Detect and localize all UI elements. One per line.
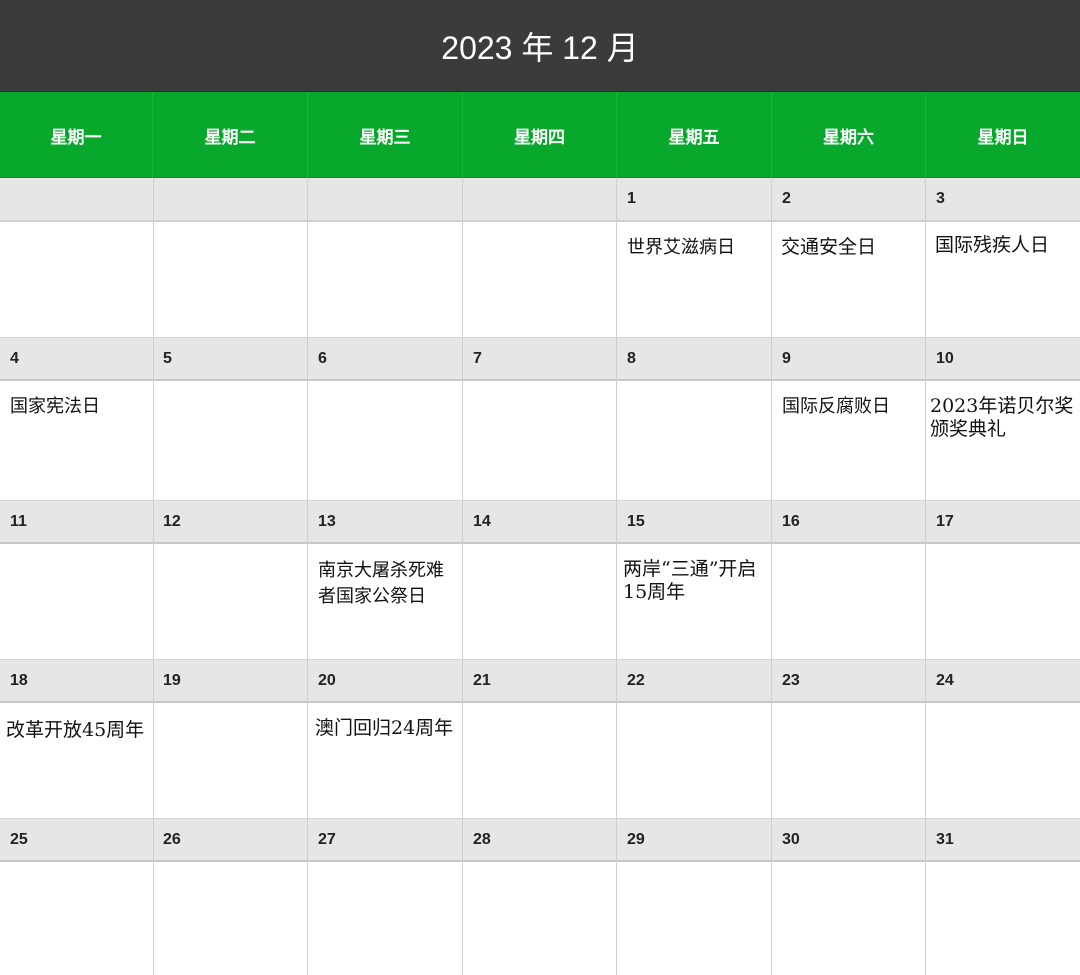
date-cell[interactable]: 20 xyxy=(308,660,463,702)
date-cell[interactable]: 2 xyxy=(772,178,926,220)
date-cell[interactable]: 21 xyxy=(463,660,617,702)
weekday-monday: 星期一 xyxy=(0,92,153,178)
grid-divider xyxy=(153,178,154,975)
date-cell[interactable]: 29 xyxy=(617,819,772,861)
week-5-event-row xyxy=(0,862,1080,975)
date-cell[interactable]: 6 xyxy=(308,338,463,380)
weekday-header-row: 星期一 星期二 星期三 星期四 星期五 星期六 星期日 xyxy=(0,92,1080,178)
date-cell[interactable]: 4 xyxy=(0,338,153,380)
date-cell[interactable]: 1 xyxy=(617,178,772,220)
date-cell[interactable]: 15 xyxy=(617,501,772,543)
date-cell[interactable]: 27 xyxy=(308,819,463,861)
weekday-thursday: 星期四 xyxy=(463,92,617,178)
date-cell[interactable]: 18 xyxy=(0,660,153,702)
week-2-date-row: 4 5 6 7 8 9 10 xyxy=(0,337,1080,381)
week-3-event-row: 南京大屠杀死难者国家公祭日 两岸“三通”开启15周年 xyxy=(0,544,1080,659)
date-cell[interactable]: 14 xyxy=(463,501,617,543)
date-cell[interactable] xyxy=(0,178,153,220)
date-cell[interactable]: 28 xyxy=(463,819,617,861)
month-title: 2023 年 12 月 xyxy=(441,29,639,66)
week-5-date-row: 25 26 27 28 29 30 31 xyxy=(0,818,1080,862)
week-1-event-row: 世界艾滋病日 交通安全日 国际残疾人日 xyxy=(0,222,1080,337)
event-label[interactable]: 交通安全日 xyxy=(781,236,926,259)
event-label[interactable]: 国际反腐败日 xyxy=(782,395,926,418)
event-label[interactable]: 两岸“三通”开启15周年 xyxy=(623,558,763,604)
weekday-wednesday: 星期三 xyxy=(308,92,463,178)
date-cell[interactable]: 23 xyxy=(772,660,926,702)
event-label[interactable]: 国际残疾人日 xyxy=(935,234,1080,257)
grid-divider xyxy=(925,178,926,975)
date-cell[interactable]: 30 xyxy=(772,819,926,861)
date-cell[interactable]: 9 xyxy=(772,338,926,380)
event-label[interactable]: 改革开放45周年 xyxy=(6,719,156,742)
date-cell[interactable]: 24 xyxy=(926,660,1080,702)
date-cell[interactable] xyxy=(463,178,617,220)
date-cell[interactable] xyxy=(308,178,463,220)
date-cell[interactable]: 19 xyxy=(153,660,308,702)
weekday-friday: 星期五 xyxy=(617,92,772,178)
grid-divider xyxy=(307,178,308,975)
date-cell[interactable]: 31 xyxy=(926,819,1080,861)
date-cell[interactable]: 12 xyxy=(153,501,308,543)
grid-divider xyxy=(462,178,463,975)
date-cell[interactable]: 5 xyxy=(153,338,308,380)
event-label[interactable]: 澳门回归24周年 xyxy=(315,717,465,740)
date-cell[interactable]: 13 xyxy=(308,501,463,543)
weekday-saturday: 星期六 xyxy=(772,92,926,178)
date-cell[interactable]: 7 xyxy=(463,338,617,380)
date-cell[interactable]: 3 xyxy=(926,178,1080,220)
grid-divider xyxy=(616,178,617,975)
week-1-date-row: 1 2 3 xyxy=(0,178,1080,222)
event-label[interactable]: 世界艾滋病日 xyxy=(627,236,772,259)
week-3-date-row: 11 12 13 14 15 16 17 xyxy=(0,500,1080,544)
date-cell[interactable]: 26 xyxy=(153,819,308,861)
week-2-event-row: 国家宪法日 国际反腐败日 2023年诺贝尔奖颁奖典礼 xyxy=(0,381,1080,500)
date-cell[interactable]: 22 xyxy=(617,660,772,702)
event-label[interactable]: 2023年诺贝尔奖颁奖典礼 xyxy=(930,395,1080,441)
date-cell[interactable]: 17 xyxy=(926,501,1080,543)
event-label[interactable]: 南京大屠杀死难者国家公祭日 xyxy=(318,558,458,610)
date-cell[interactable]: 25 xyxy=(0,819,153,861)
week-4-event-row: 改革开放45周年 澳门回归24周年 xyxy=(0,703,1080,818)
weekday-tuesday: 星期二 xyxy=(153,92,308,178)
weekday-sunday: 星期日 xyxy=(977,127,1029,148)
date-cell[interactable]: 10 xyxy=(926,338,1080,380)
date-cell[interactable] xyxy=(153,178,308,220)
date-cell[interactable]: 16 xyxy=(772,501,926,543)
calendar-title-bar: 2023 年 12 月 xyxy=(0,0,1080,92)
event-label[interactable]: 国家宪法日 xyxy=(10,395,153,418)
date-cell[interactable]: 11 xyxy=(0,501,153,543)
week-4-date-row: 18 19 20 21 22 23 24 xyxy=(0,659,1080,703)
date-cell[interactable]: 8 xyxy=(617,338,772,380)
grid-divider xyxy=(771,178,772,975)
